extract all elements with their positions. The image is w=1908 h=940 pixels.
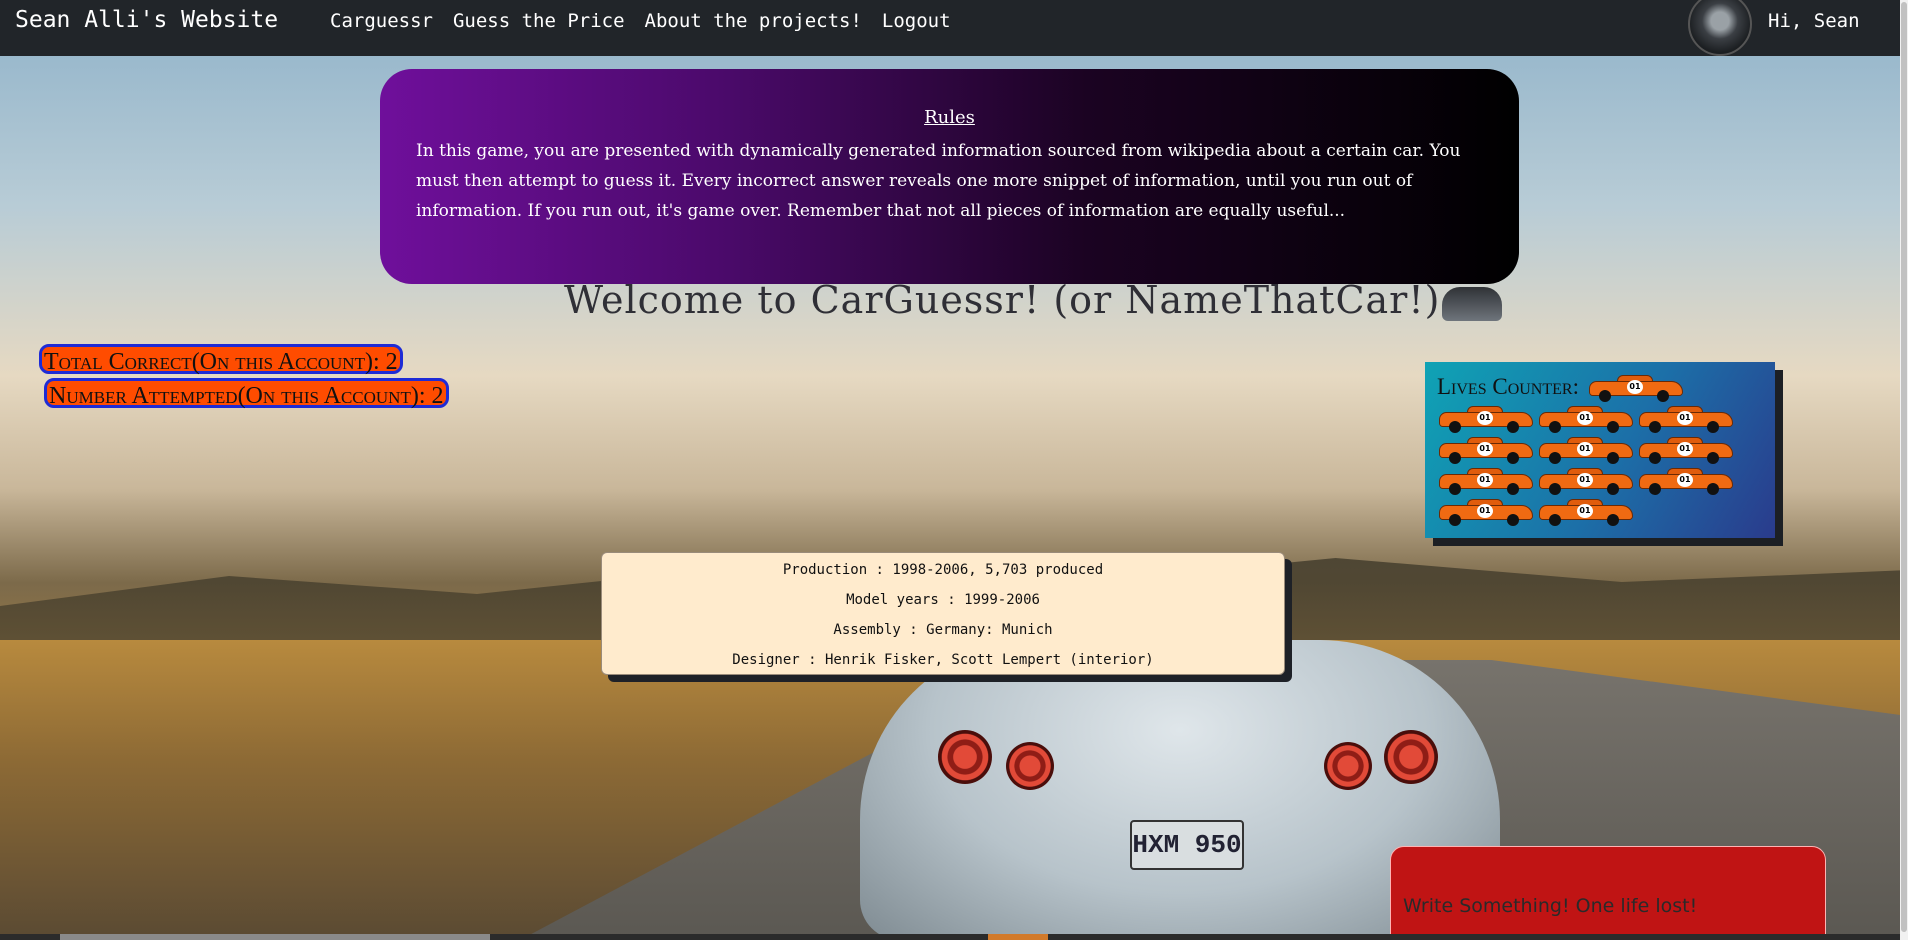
tail-light <box>1006 742 1054 790</box>
rules-text: In this game, you are presented with dyn… <box>416 141 1461 221</box>
general-lee-car-icon: 01 <box>1437 437 1533 464</box>
lives-counter: Lives Counter: 01 01 01 01 01 01 01 01 01 01 01 01 <box>1425 362 1775 538</box>
general-lee-car-icon: 01 <box>1537 437 1633 464</box>
nav-links: Carguessr Guess the Price About the proj… <box>330 10 951 32</box>
info-model-years: Model years : 1999-2006 <box>846 592 1040 608</box>
nav-link-guess-the-price[interactable]: Guess the Price <box>453 10 625 32</box>
rules-title: Rules <box>924 107 975 128</box>
number-attempted-badge: Number Attempted(On this Account): 2 <box>44 378 449 409</box>
total-correct-badge: Total Correct(On this Account): 2 <box>39 344 403 375</box>
guess-box <box>1390 846 1826 940</box>
general-lee-car-icon: 01 <box>1537 406 1633 433</box>
site-brand[interactable]: Sean Alli's Website <box>15 7 278 33</box>
rules-panel: Rules In this game, you are presented wi… <box>380 69 1519 284</box>
info-assembly: Assembly : Germany: Munich <box>833 622 1053 638</box>
top-navbar: Sean Alli's Website Carguessr Guess the … <box>0 0 1900 56</box>
guess-input[interactable] <box>1401 891 1815 921</box>
license-plate: HXM 950 <box>1130 820 1244 870</box>
avatar[interactable] <box>1688 0 1752 56</box>
general-lee-car-icon: 01 <box>1637 468 1733 495</box>
car-icon <box>1442 286 1503 321</box>
scrollbar-thumb[interactable] <box>1901 2 1907 932</box>
general-lee-car-icon: 01 <box>1437 499 1533 526</box>
nav-link-about-projects[interactable]: About the projects! <box>645 10 862 32</box>
tail-light <box>938 730 992 784</box>
welcome-text: Welcome to CarGuessr! (or NameThatCar!) <box>564 278 1441 322</box>
general-lee-car-icon: 01 <box>1637 437 1733 464</box>
general-lee-car-icon: 01 <box>1437 468 1533 495</box>
general-lee-car-icon: 01 <box>1437 406 1533 433</box>
info-designer: Designer : Henrik Fisker, Scott Lempert … <box>732 652 1154 668</box>
tail-light <box>1324 742 1372 790</box>
info-production: Production : 1998-2006, 5,703 produced <box>782 562 1104 578</box>
bottom-strip <box>0 934 1900 940</box>
general-lee-car-icon: 01 <box>1637 406 1733 433</box>
nav-link-carguessr[interactable]: Carguessr <box>330 10 433 32</box>
vertical-scrollbar[interactable] <box>1900 0 1908 940</box>
tail-light <box>1384 730 1438 784</box>
car-info-panel: Production : 1998-2006, 5,703 produced M… <box>601 552 1285 675</box>
lives-counter-title: Lives Counter: 01 <box>1437 374 1763 402</box>
general-lee-car-icon: 01 <box>1537 468 1633 495</box>
lives-counter-label: Lives Counter: <box>1437 374 1579 399</box>
user-greeting: Hi, Sean <box>1768 10 1860 32</box>
general-lee-car-icon: 01 <box>1587 374 1683 402</box>
lives-grid: 01 01 01 01 01 01 01 01 01 01 01 <box>1437 406 1763 526</box>
general-lee-car-icon: 01 <box>1537 499 1633 526</box>
welcome-heading: Welcome to CarGuessr! (or NameThatCar!) <box>564 278 1503 322</box>
nav-link-logout[interactable]: Logout <box>882 10 951 32</box>
